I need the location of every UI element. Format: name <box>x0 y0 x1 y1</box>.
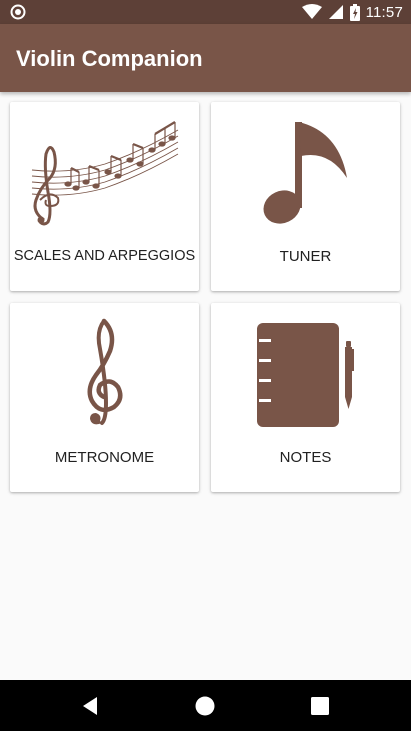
back-icon[interactable] <box>79 695 101 717</box>
navigation-bar <box>0 680 411 731</box>
home-icon[interactable] <box>194 695 216 717</box>
recents-icon[interactable] <box>309 695 331 717</box>
battery-icon <box>349 3 360 21</box>
signal-icon <box>328 5 343 19</box>
status-bar: 11:57 <box>0 0 411 24</box>
status-icons: 11:57 <box>301 0 403 24</box>
app-bar: Violin Companion <box>0 24 411 92</box>
notification-icon <box>10 4 26 20</box>
wifi-icon <box>301 4 322 19</box>
scales-and-arpeggios-card[interactable]: SCALES AND ARPEGGIOS <box>10 102 199 291</box>
metronome-card[interactable]: METRONOME <box>10 303 199 492</box>
notebook-icon <box>257 323 354 427</box>
scales-and-arpeggios-label: SCALES AND ARPEGGIOS <box>13 248 196 264</box>
status-time: 11:57 <box>365 3 403 21</box>
app-title: Violin Companion <box>16 46 203 71</box>
music-note-icon <box>263 122 347 224</box>
music-staff-icon <box>31 121 179 226</box>
notes-label: NOTES <box>279 449 332 466</box>
tuner-label: TUNER <box>279 248 332 265</box>
tuner-card[interactable]: TUNER <box>211 102 400 291</box>
notes-card[interactable]: NOTES <box>211 303 400 492</box>
treble-clef-icon <box>87 318 123 425</box>
metronome-label: METRONOME <box>54 449 155 466</box>
